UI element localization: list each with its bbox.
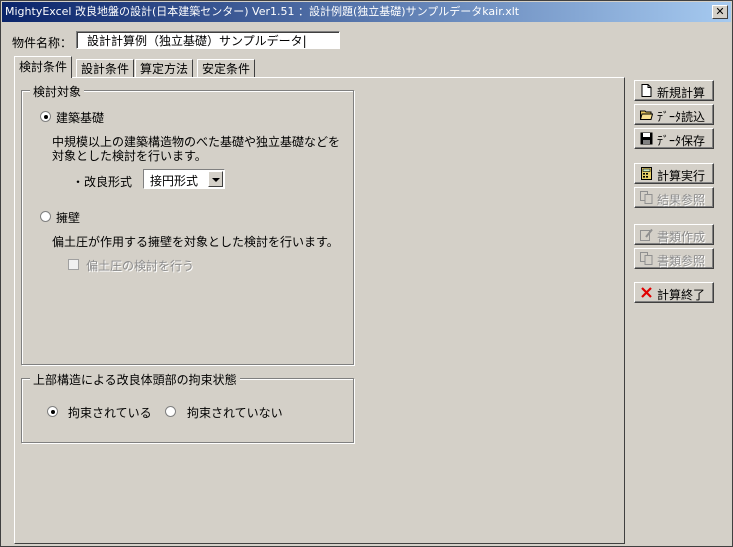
save-data-button[interactable]: ﾃﾞｰﾀ保存: [634, 128, 714, 149]
view-result-button[interactable]: 結果参照: [634, 187, 714, 208]
building-desc-2: 対象とした検討を行います。: [52, 149, 207, 163]
exit-calc-label: 計算終了: [657, 288, 706, 302]
tab-conditions[interactable]: 検討条件: [14, 56, 73, 78]
save-data-label: ﾃﾞｰﾀ保存: [657, 134, 706, 148]
tab-page: 検討対象 建築基礎 中規模以上の建築構造物のべた基礎や独立基礎などを 対象とした…: [14, 77, 625, 544]
floppy-disk-icon: [640, 132, 653, 145]
restraint-group-title: 上部構造による改良体頭部の拘束状態: [30, 371, 240, 388]
wall-radio[interactable]: [40, 211, 51, 222]
run-calc-label: 計算実行: [657, 169, 706, 183]
tab-method[interactable]: 算定方法: [135, 59, 194, 78]
make-doc-button[interactable]: 書類作成: [634, 224, 714, 245]
tab-stability[interactable]: 安定条件: [197, 59, 256, 78]
folder-open-icon: [640, 110, 653, 120]
target-group-title: 検討対象: [30, 83, 85, 100]
copy-documents-icon: [640, 191, 653, 204]
building-label[interactable]: 建築基礎: [56, 109, 104, 126]
tab-design[interactable]: 設計条件: [76, 59, 135, 78]
close-button[interactable]: ✕: [712, 5, 728, 19]
copy-documents-icon: [640, 252, 653, 265]
new-calc-label: 新規計算: [657, 86, 706, 100]
wall-desc: 偏土圧が作用する擁壁を対象とした検討を行います。: [52, 235, 339, 249]
app-window: MightyExcel 改良地盤の設計(日本建築センター) Ver1.51 ：設…: [0, 0, 733, 547]
eccentric-pressure-label: 偏土圧の検討を行う: [86, 259, 195, 273]
eccentric-pressure-checkbox[interactable]: [68, 259, 79, 270]
restrained-radio[interactable]: [47, 406, 58, 417]
exit-calc-button[interactable]: 計算終了: [634, 282, 714, 303]
target-group: 検討対象 建築基礎 中規模以上の建築構造物のべた基礎や独立基礎などを 対象とした…: [21, 83, 354, 365]
restraint-group: 上部構造による改良体頭部の拘束状態 拘束されている 拘束されていない: [21, 371, 354, 443]
calculator-icon: [641, 167, 652, 180]
building-radio[interactable]: [40, 111, 51, 122]
run-calc-button[interactable]: 計算実行: [634, 163, 714, 184]
red-x-icon: [641, 287, 652, 298]
unrestrained-label[interactable]: 拘束されていない: [187, 404, 283, 421]
window-title: MightyExcel 改良地盤の設計(日本建築センター) Ver1.51 ：設…: [5, 5, 520, 18]
load-data-label: ﾃﾞｰﾀ読込: [657, 110, 706, 124]
view-result-label: 結果参照: [657, 193, 706, 207]
wall-label[interactable]: 擁壁: [56, 209, 80, 226]
new-document-icon: [641, 84, 652, 97]
name-label: 物件名称：: [12, 36, 73, 50]
project-name-input[interactable]: 設計計算例（独立基礎）サンプルデータ|: [76, 31, 340, 49]
new-calc-button[interactable]: 新規計算: [634, 80, 714, 101]
load-data-button[interactable]: ﾃﾞｰﾀ読込: [634, 104, 714, 125]
improve-type-label: ・改良形式: [72, 175, 133, 189]
pencil-document-icon: [640, 228, 653, 241]
restrained-label[interactable]: 拘束されている: [68, 404, 152, 421]
title-bar: MightyExcel 改良地盤の設計(日本建築センター) Ver1.51 ：設…: [2, 2, 731, 22]
improve-type-value: 接円形式: [150, 174, 199, 188]
make-doc-label: 書類作成: [657, 230, 706, 244]
unrestrained-radio[interactable]: [165, 406, 176, 417]
improve-type-select[interactable]: 接円形式: [143, 169, 225, 189]
view-doc-button[interactable]: 書類参照: [634, 248, 714, 269]
view-doc-label: 書類参照: [657, 254, 706, 268]
chevron-down-icon[interactable]: [208, 171, 223, 187]
